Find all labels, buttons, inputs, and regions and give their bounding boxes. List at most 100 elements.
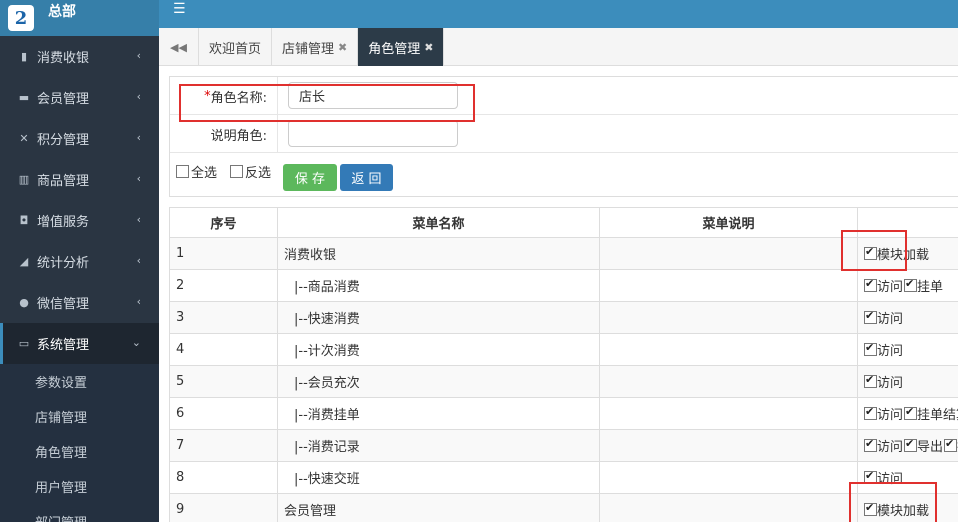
brand-name: 总部	[48, 4, 76, 20]
menu-desc-cell	[599, 269, 858, 302]
col-header-permissions	[857, 207, 958, 238]
role-name-row: * 角色名称:	[170, 77, 958, 115]
table-row: 5|--会员充次 访问	[169, 365, 958, 398]
checkbox-checked-icon[interactable]	[944, 437, 958, 452]
role-desc-row: 说明角色:	[170, 115, 958, 153]
permissions-cell: 模块加载	[857, 493, 958, 522]
sidebar-item[interactable]: ◘ 增值服务 ‹	[0, 200, 159, 241]
sidebar-item[interactable]: ▭ 系统管理 ⌄	[0, 323, 159, 364]
checkbox-checked-icon[interactable]	[864, 469, 877, 484]
sidebar-subitem[interactable]: 角色管理	[0, 434, 159, 469]
permission-checkbox[interactable]: 导出	[904, 436, 943, 455]
sidebar-menu: ▮ 消费收银 ‹ ▬ 会员管理 ‹ ✕ 积分管理 ‹ ▥ 商品管理 ‹ ◘ 增值服务 ‹ ◢ 统计分析 ‹ ● 微信管…	[0, 36, 159, 364]
role-name-label-text: 角色名称:	[210, 90, 267, 106]
sidebar-subitem[interactable]: 店铺管理	[0, 399, 159, 434]
checkbox-checked-icon[interactable]	[864, 245, 877, 260]
permission-checkbox[interactable]: 访问	[864, 372, 903, 391]
checkbox-checked-icon[interactable]	[864, 501, 877, 516]
checkbox-checked-icon[interactable]	[864, 437, 877, 452]
permissions-cell: 访问	[857, 301, 958, 334]
sidebar-item[interactable]: ▬ 会员管理 ‹	[0, 77, 159, 118]
permission-table-wrap: 序号 菜单名称 菜单说明 1消费收银模块加载2|--商品消费访问挂单3|--快速…	[169, 207, 958, 522]
chevron-down-icon: ⌄	[131, 336, 141, 349]
table-row: 4|--计次消费 访问	[169, 333, 958, 366]
row-number: 3	[169, 301, 278, 334]
sidebar-submenu: 参数设置店铺管理角色管理用户管理部门管理	[0, 364, 159, 522]
menu-desc-cell	[599, 301, 858, 334]
sidebar-item[interactable]: ◢ 统计分析 ‹	[0, 241, 159, 282]
sidebar-subitem[interactable]: 用户管理	[0, 469, 159, 504]
sidebar-item-label: 会员管理	[37, 92, 90, 107]
table-row: 2|--商品消费 访问挂单	[169, 269, 958, 302]
menu-desc-cell	[599, 461, 858, 494]
menu-name-cell: |--商品消费	[277, 269, 600, 302]
sidebar-item[interactable]: ● 微信管理 ‹	[0, 282, 159, 323]
permission-label: 挂单	[917, 279, 944, 295]
tab[interactable]: 欢迎首页	[199, 28, 273, 66]
permission-checkbox[interactable]: 访问	[864, 436, 903, 455]
table-row: 1消费收银 模块加载	[169, 237, 958, 270]
desktop-icon: ▭	[18, 337, 30, 350]
role-name-input[interactable]	[288, 82, 458, 109]
sidebar-subitem[interactable]: 参数设置	[0, 364, 159, 399]
shopping-bag-icon: ▮	[20, 50, 28, 63]
tab[interactable]: 角色管理 ✖	[358, 28, 445, 66]
row-number: 4	[169, 333, 278, 366]
permission-checkbox[interactable]: 访问	[864, 468, 903, 487]
tab-close-icon[interactable]: ✖	[338, 41, 347, 54]
hamburger-menu-icon[interactable]: ☰	[173, 1, 186, 17]
checkbox-checked-icon[interactable]	[904, 437, 918, 452]
checkbox-checked-icon[interactable]	[864, 373, 877, 388]
permissions-cell: 访问挂单结算	[857, 397, 958, 430]
brand[interactable]: 2 总部	[0, 0, 159, 36]
chevron-left-icon: ‹	[136, 254, 141, 267]
role-desc-input[interactable]	[288, 120, 458, 147]
main-content: *角色名称: 说明角色: 全选 反选 保 存 返 回	[159, 66, 958, 522]
permission-checkbox[interactable]: 挂单结算	[904, 404, 958, 423]
checkbox-checked-icon[interactable]	[904, 277, 918, 292]
permission-label: 模块加载	[877, 503, 930, 519]
permission-checkbox[interactable]: 访问	[864, 404, 903, 423]
checkbox-checked-icon[interactable]	[864, 309, 877, 324]
permission-checkbox[interactable]: 访问	[864, 308, 903, 327]
sidebar-item[interactable]: ✕ 积分管理 ‹	[0, 118, 159, 159]
tab-back-icon[interactable]: ◀◀	[159, 28, 199, 66]
checkbox-checked-icon[interactable]	[904, 405, 918, 420]
sidebar-item[interactable]: ▥ 商品管理 ‹	[0, 159, 159, 200]
permission-table: 序号 菜单名称 菜单说明 1消费收银模块加载2|--商品消费访问挂单3|--快速…	[169, 207, 958, 522]
checkbox-checked-icon[interactable]	[864, 405, 877, 420]
invert-box[interactable]	[230, 165, 243, 178]
select-all-box[interactable]	[176, 165, 189, 178]
menu-desc-cell	[599, 333, 858, 366]
role-form: *角色名称: 说明角色: 全选 反选 保 存 返 回	[169, 76, 958, 197]
invert-label: 反选	[245, 166, 272, 181]
permission-checkbox[interactable]: 模块加载	[864, 500, 929, 519]
select-all-checkbox[interactable]: 全选	[176, 162, 217, 181]
back-button[interactable]: 返 回	[340, 164, 393, 191]
permission-label: 访问	[877, 407, 904, 423]
menu-desc-cell	[599, 397, 858, 430]
sidebar-item-label: 系统管理	[37, 338, 90, 353]
row-number: 9	[169, 493, 278, 522]
area-chart-icon: ◢	[19, 255, 29, 268]
permission-checkbox[interactable]: 访问	[864, 340, 903, 359]
permission-checkbox[interactable]: 模块加载	[864, 244, 929, 263]
top-bar: ☰	[159, 0, 958, 28]
invert-selection-checkbox[interactable]: 反选	[230, 162, 271, 181]
save-button[interactable]: 保 存	[283, 164, 337, 191]
tab-close-icon[interactable]: ✖	[424, 41, 433, 54]
checkbox-checked-icon[interactable]	[864, 341, 877, 356]
permission-checkbox[interactable]: 挂单	[904, 276, 943, 295]
sidebar-item-label: 积分管理	[37, 133, 90, 148]
checkbox-checked-icon[interactable]	[864, 277, 877, 292]
sidebar-item[interactable]: ▮ 消费收银 ‹	[0, 36, 159, 77]
permission-checkbox[interactable]: 撤单	[944, 436, 958, 455]
tab[interactable]: 店铺管理 ✖	[272, 28, 359, 66]
sidebar-subitem[interactable]: 部门管理	[0, 504, 159, 522]
permission-checkbox[interactable]: 访问	[864, 276, 903, 295]
menu-desc-cell	[599, 237, 858, 270]
chevron-left-icon: ‹	[136, 49, 141, 62]
table-row: 6|--消费挂单 访问挂单结算	[169, 397, 958, 430]
permissions-cell: 访问	[857, 333, 958, 366]
select-all-label: 全选	[191, 166, 218, 181]
